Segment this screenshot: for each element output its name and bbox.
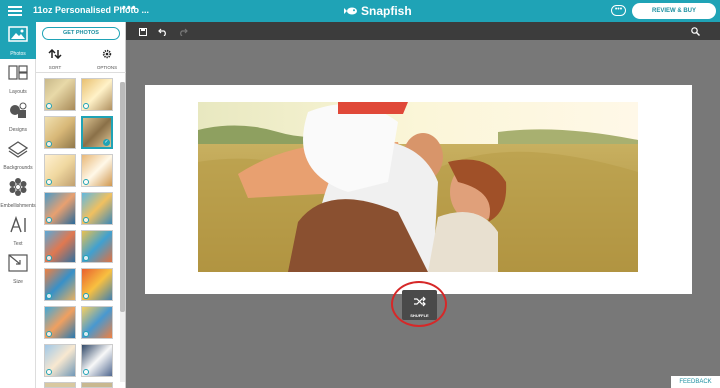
rail-label: Backgrounds [3,165,33,171]
save-icon [139,28,147,36]
photo-thumbnail[interactable] [81,344,113,377]
highlight-circle [391,281,447,327]
save-button[interactable]: SAVE [134,23,152,46]
embellishments-icon [9,178,27,196]
zoom-button[interactable]: ZOOM [686,23,704,46]
sort-icon [48,48,62,60]
photo-thumbnail[interactable] [44,78,76,111]
used-indicator-icon [46,331,52,337]
photos-panel: GET PHOTOS SORT OPTIONS ✓ [36,22,126,388]
rail-item-backgrounds[interactable]: Backgrounds [0,136,36,173]
panel-scrollbar[interactable] [120,82,125,382]
checkmark-icon: ✓ [103,139,110,146]
rail-label: Layouts [9,89,27,95]
review-buy-button[interactable]: REVIEW & BUY [632,3,716,19]
undo-button[interactable]: UNDO [154,23,172,46]
gear-icon [102,49,112,59]
photo-thumbnail[interactable] [44,154,76,187]
photos-icon [8,26,28,42]
photo-thumbnail[interactable] [44,344,76,377]
photo-thumbnail-selected[interactable]: ✓ [81,116,113,149]
photo-thumbnail[interactable] [81,192,113,225]
redo-icon [180,28,188,37]
panel-divider [36,72,126,73]
photo-thumbnail[interactable] [44,116,76,149]
used-indicator-icon [83,369,89,375]
text-icon [10,216,26,233]
used-indicator-icon [46,179,52,185]
get-photos-button[interactable]: GET PHOTOS [42,27,120,40]
rail-label: Embellishments [0,203,36,209]
used-indicator-icon [46,103,52,109]
chat-button[interactable]: ••• [611,5,626,16]
fish-logo-icon [344,7,357,15]
family-photo-image [198,102,638,272]
rail-label: Size [13,279,23,285]
rail-item-embellishments[interactable]: Embellishments [0,174,36,211]
used-indicator-icon [46,217,52,223]
mug-print-page [145,85,692,294]
photo-thumbnail[interactable] [44,230,76,263]
sort-label: SORT [48,65,62,70]
rail-label: Text [13,241,23,247]
top-bar: 11oz Personalised Photo ... ••• Snapfish… [0,0,720,22]
rail-label: Photos [10,51,26,57]
used-indicator-icon [46,369,52,375]
used-indicator-icon [83,331,89,337]
rail-item-photos[interactable]: Photos [0,22,36,59]
photo-thumbnail[interactable] [81,306,113,339]
used-indicator-icon [46,141,52,147]
canvas-toolbar: SAVE UNDO REDO ZOOM [126,22,720,46]
more-options-button[interactable]: ••• [122,2,137,14]
designs-icon [10,102,27,118]
photo-thumbnail[interactable] [81,230,113,263]
rail-item-layouts[interactable]: Layouts [0,60,36,97]
photo-thumbnail[interactable] [81,268,113,301]
rail-label: Designs [8,127,28,133]
logo-text: Snapfish [361,4,412,18]
used-indicator-icon [46,255,52,261]
used-indicator-icon [83,217,89,223]
used-indicator-icon [83,255,89,261]
snapfish-logo: Snapfish [344,3,412,19]
options-label: OPTIONS [96,65,118,70]
left-nav-rail: Photos Layouts Designs Backgrounds Embel… [0,22,36,388]
rail-item-text[interactable]: Text [0,212,36,249]
photo-thumbnail[interactable] [81,382,113,388]
rail-item-size[interactable]: Size [0,250,36,287]
placed-photo[interactable] [198,102,638,272]
feedback-button[interactable]: FEEDBACK [671,376,720,388]
used-indicator-icon [83,103,89,109]
sort-button[interactable]: SORT [44,46,66,70]
photo-thumbnail[interactable] [44,306,76,339]
photo-thumbnail[interactable] [44,192,76,225]
photo-thumbnail[interactable] [81,154,113,187]
photo-thumbnail[interactable] [44,382,76,388]
hamburger-menu-icon[interactable] [8,4,22,18]
photo-thumbnail[interactable] [81,78,113,111]
scrollbar-thumb[interactable] [120,82,125,312]
layouts-icon [8,65,28,80]
options-button[interactable]: OPTIONS [96,46,118,70]
used-indicator-icon [46,293,52,299]
undo-icon [158,28,166,37]
rail-item-designs[interactable]: Designs [0,98,36,135]
photo-thumbnail[interactable] [44,268,76,301]
size-icon [8,254,28,272]
zoom-icon [690,27,700,36]
used-indicator-icon [83,179,89,185]
design-canvas: SHUFFLE [126,40,720,388]
backgrounds-icon [8,141,28,158]
used-indicator-icon [83,293,89,299]
redo-button[interactable]: REDO [174,23,192,46]
